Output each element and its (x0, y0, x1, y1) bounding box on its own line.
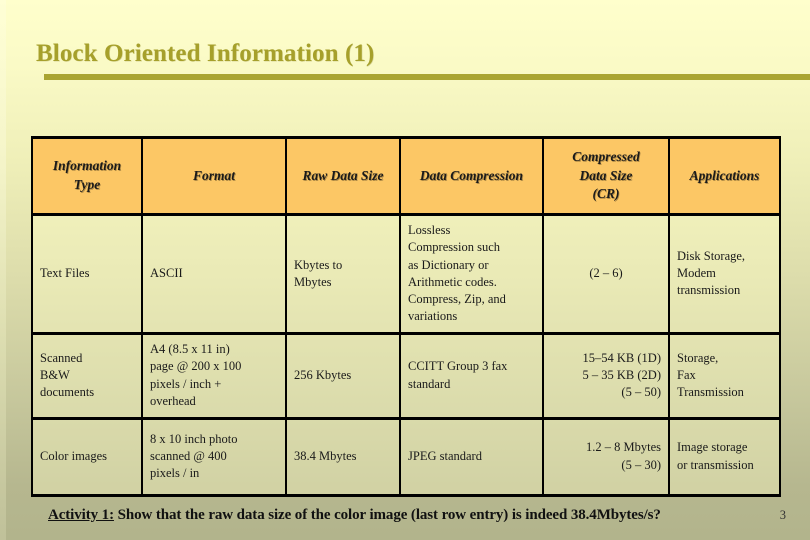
cell-data-compression: JPEG standard (399, 416, 544, 497)
cell-line: Compression such (408, 240, 501, 255)
cell-line: standard (408, 376, 451, 391)
cell-raw-data-size: 38.4 Mbytes (285, 416, 401, 497)
cell-line: 5 – 35 KB (2D) (582, 367, 661, 382)
table-header-row: Information Type Format Raw Data Size Da… (31, 136, 781, 216)
cell-compressed-data-size: 15–54 KB (1D) 5 – 35 KB (2D) (5 – 50) (542, 331, 670, 418)
table-row: Text Files ASCII Kbytes to Mbytes Lossle… (31, 214, 781, 333)
cell-line: 8 x 10 inch photo (150, 431, 238, 446)
cell-line: ASCII (150, 266, 183, 281)
table-row: Scanned B&W documents A4 (8.5 x 11 in) p… (31, 331, 781, 418)
cell-line: (2 – 6) (589, 266, 623, 281)
cell-line: page @ 200 x 100 (150, 359, 242, 374)
cell-data-compression: Lossless Compression such as Dictionary … (399, 214, 544, 333)
slide-canvas: Block Oriented Information (1) Informati… (0, 0, 810, 540)
information-table-container: Information Type Format Raw Data Size Da… (31, 136, 781, 497)
column-header-data-compression: Data Compression (399, 136, 544, 216)
cell-line: Scanned (40, 350, 83, 365)
cell-line: Compress, Zip, and (408, 292, 506, 306)
cell-line: (5 – 50) (621, 385, 661, 400)
cell-line: B&W (40, 367, 70, 382)
cell-line: pixels / inch + (150, 376, 222, 391)
cell-data-compression: CCITT Group 3 fax standard (399, 331, 544, 418)
title-block: Block Oriented Information (1) (30, 40, 810, 80)
table-row: Color images 8 x 10 inch photo scanned @… (31, 416, 781, 497)
header-line: Applications (689, 167, 760, 183)
cell-line: variations (408, 309, 458, 324)
cell-line: transmission (677, 283, 741, 298)
cell-information-type: Color images (31, 416, 143, 497)
cell-raw-data-size: 256 Kbytes (285, 331, 401, 418)
column-header-information-type: Information Type (31, 136, 143, 216)
cell-compressed-data-size: 1.2 – 8 Mbytes (5 – 30) (542, 416, 670, 497)
cell-line: Mbytes (294, 274, 332, 289)
header-line: Data Compression (419, 167, 524, 183)
cell-information-type: Scanned B&W documents (31, 331, 143, 418)
cell-applications: Storage, Fax Transmission (668, 331, 781, 418)
page-number: 3 (779, 508, 786, 522)
slide-footer: Activity 1: Show that the raw data size … (0, 507, 810, 524)
cell-line: or transmission (677, 457, 754, 472)
column-header-applications: Applications (668, 136, 781, 216)
cell-format: 8 x 10 inch photo scanned @ 400 pixels /… (141, 416, 287, 497)
cell-line: 15–54 KB (1D) (582, 350, 661, 365)
cell-line: Modem (677, 266, 716, 281)
cell-line: Disk Storage, (677, 248, 746, 263)
cell-line: 256 Kbytes (294, 367, 352, 382)
cell-line: 1.2 – 8 Mbytes (586, 440, 661, 455)
cell-line: (5 – 30) (621, 457, 661, 472)
cell-line: overhead (150, 393, 196, 408)
cell-line: 38.4 Mbytes (294, 448, 357, 463)
cell-compressed-data-size: (2 – 6) (542, 214, 670, 333)
cell-line: Transmission (677, 385, 744, 400)
cell-line: documents (40, 385, 95, 400)
cell-line: A4 (8.5 x 11 in) (150, 342, 230, 356)
cell-line: Lossless (408, 223, 451, 237)
column-header-compressed-data-size: Compressed Data Size (CR) (542, 136, 670, 216)
header-line: (CR) (592, 186, 620, 202)
page-title: Block Oriented Information (1) (36, 40, 375, 67)
column-header-format: Format (141, 136, 287, 216)
cell-applications: Disk Storage, Modem transmission (668, 214, 781, 333)
cell-line: scanned @ 400 (150, 448, 227, 463)
cell-line: Arithmetic codes. (408, 274, 497, 289)
header-line: Raw Data Size (302, 167, 384, 183)
table-body: Text Files ASCII Kbytes to Mbytes Lossle… (31, 214, 781, 497)
information-table: Information Type Format Raw Data Size Da… (31, 136, 781, 497)
cell-line: Image storage (677, 440, 748, 455)
cell-line: Kbytes to (294, 257, 343, 272)
cell-raw-data-size: Kbytes to Mbytes (285, 214, 401, 333)
cell-format: ASCII (141, 214, 287, 333)
header-line: Compressed (572, 149, 640, 165)
cell-line: CCITT Group 3 fax (408, 359, 508, 374)
column-header-raw-data-size: Raw Data Size (285, 136, 401, 216)
cell-line: Color images (40, 448, 108, 463)
cell-line: as Dictionary or (408, 257, 489, 272)
cell-line: Storage, (677, 350, 719, 365)
cell-format: A4 (8.5 x 11 in) page @ 200 x 100 pixels… (141, 331, 287, 418)
cell-line: Fax (677, 367, 696, 382)
table-header: Information Type Format Raw Data Size Da… (31, 136, 781, 216)
slide-left-edge-accent (0, 0, 6, 540)
header-line: Type (73, 177, 101, 192)
cell-line: JPEG standard (408, 448, 482, 463)
cell-line: Text Files (40, 266, 90, 281)
cell-applications: Image storage or transmission (668, 416, 781, 497)
header-line: Data Size (579, 167, 633, 183)
activity-label: Activity 1: (48, 507, 114, 523)
cell-information-type: Text Files (31, 214, 143, 333)
activity-text: Show that the raw data size of the color… (113, 507, 661, 523)
title-underline-rule (44, 73, 810, 80)
activity-note: Activity 1: Show that the raw data size … (48, 507, 661, 524)
header-line: Information (52, 158, 122, 174)
header-line: Format (192, 167, 235, 183)
cell-line: pixels / in (150, 466, 200, 481)
